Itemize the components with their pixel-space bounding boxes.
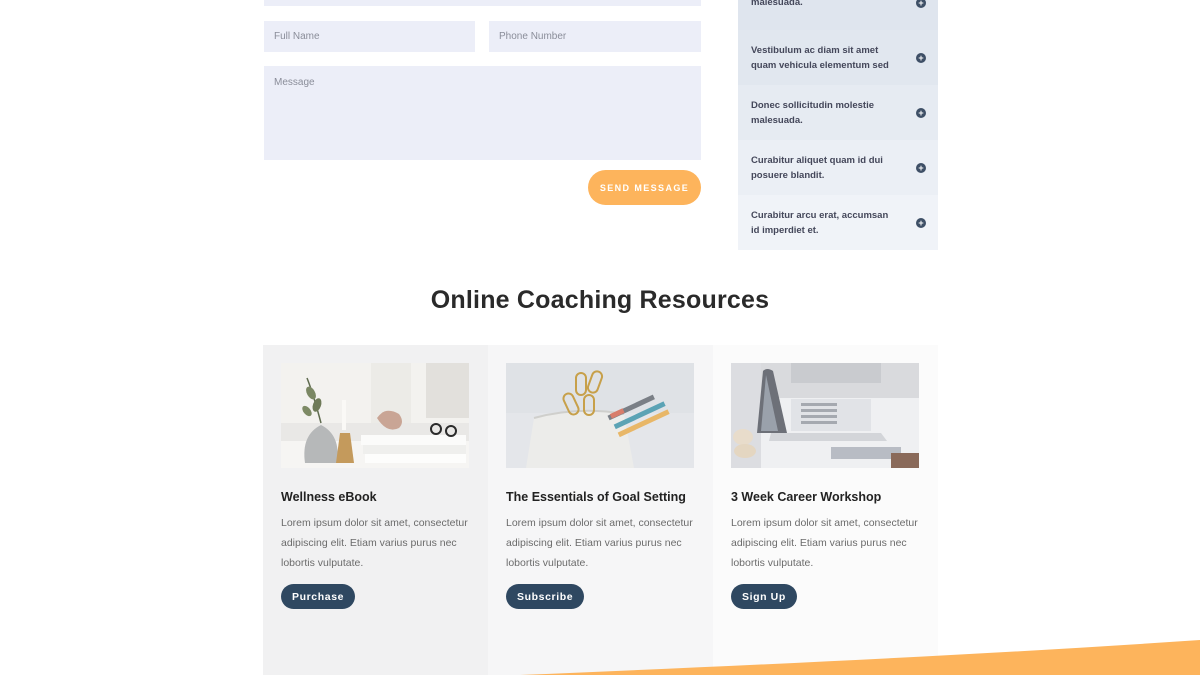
card-title: The Essentials of Goal Setting xyxy=(506,490,686,504)
card-title: Wellness eBook xyxy=(281,490,377,504)
send-message-button[interactable]: SEND MESSAGE xyxy=(588,170,701,205)
card-title: 3 Week Career Workshop xyxy=(731,490,882,504)
subscribe-button[interactable]: Subscribe xyxy=(506,584,585,609)
resource-card: Wellness eBook Lorem ipsum dolor sit ame… xyxy=(263,345,488,675)
faq-item[interactable]: Vestibulum ac diam sit amet quam vehicul… xyxy=(738,30,938,85)
faq-item[interactable]: malesuada. + xyxy=(738,0,938,30)
faq-accordion: malesuada. + Vestibulum ac diam sit amet… xyxy=(738,0,938,250)
card-description: Lorem ipsum dolor sit amet, consectetur … xyxy=(506,517,693,569)
faq-item-text: Donec sollicitudin molestie malesuada. xyxy=(751,99,874,126)
card-description: Lorem ipsum dolor sit amet, consectetur … xyxy=(281,517,468,569)
faq-item-text: Curabitur aliquet quam id dui posuere bl… xyxy=(751,154,883,181)
plus-icon[interactable]: + xyxy=(916,217,926,228)
faq-item[interactable]: Curabitur aliquet quam id dui posuere bl… xyxy=(738,140,938,195)
faq-item[interactable]: Curabitur arcu erat, accumsan id imperdi… xyxy=(738,195,938,250)
section-title: Online Coaching Resources xyxy=(430,286,770,314)
faq-item-text: Vestibulum ac diam sit amet quam vehicul… xyxy=(751,44,889,71)
purchase-button[interactable]: Purchase xyxy=(281,584,356,609)
message-field[interactable] xyxy=(264,66,701,160)
resource-card: 3 Week Career Workshop Lorem ipsum dolor… xyxy=(713,345,938,675)
plus-icon[interactable]: + xyxy=(916,52,926,63)
full-name-field[interactable] xyxy=(264,21,475,52)
ebook-image xyxy=(281,363,469,468)
plus-icon[interactable]: + xyxy=(916,107,926,118)
sign-up-button[interactable]: Sign Up xyxy=(731,584,797,609)
resource-card: The Essentials of Goal Setting Lorem ips… xyxy=(488,345,713,675)
email-field[interactable] xyxy=(264,0,701,6)
career-workshop-image xyxy=(731,363,919,468)
phone-number-field[interactable] xyxy=(489,21,701,52)
card-description: Lorem ipsum dolor sit amet, consectetur … xyxy=(731,517,918,569)
plus-icon[interactable]: + xyxy=(916,0,926,8)
faq-item-text: Curabitur arcu erat, accumsan id imperdi… xyxy=(751,209,889,236)
faq-item[interactable]: Donec sollicitudin molestie malesuada. + xyxy=(738,85,938,140)
plus-icon[interactable]: + xyxy=(916,162,926,173)
goal-setting-image xyxy=(506,363,694,468)
faq-item-text: malesuada. xyxy=(751,0,803,8)
